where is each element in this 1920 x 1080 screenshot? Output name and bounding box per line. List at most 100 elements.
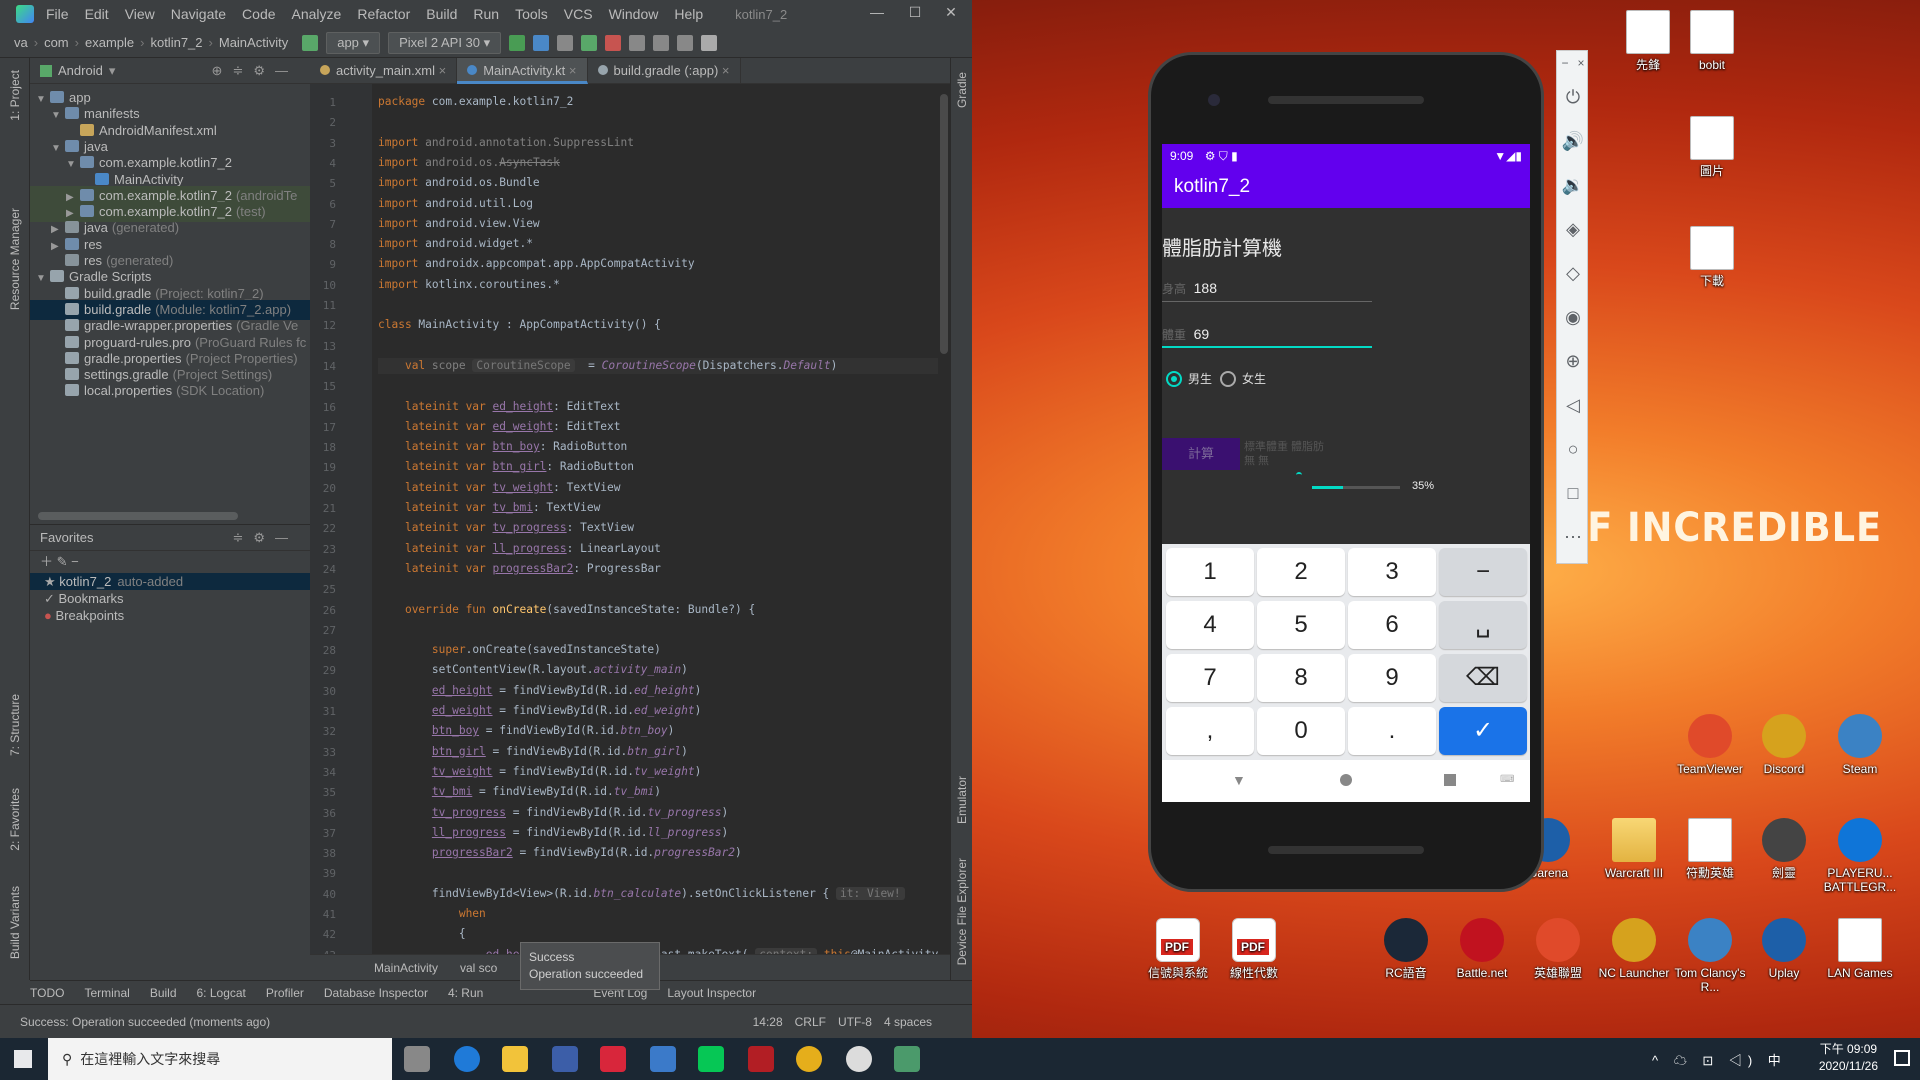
volume-up-icon[interactable]: 🔊: [1561, 129, 1585, 153]
weight-input[interactable]: 體重 69: [1162, 326, 1372, 348]
desktop-icon[interactable]: 線性代數: [1214, 918, 1294, 980]
desktop-icon[interactable]: Battle.net: [1442, 918, 1522, 980]
editor-tab[interactable]: MainActivity.kt ×: [457, 58, 588, 84]
code-line[interactable]: lateinit var btn_girl: RadioButton: [378, 459, 634, 475]
breadcrumb-item[interactable]: kotlin7_2: [150, 35, 202, 50]
file-explorer-icon[interactable]: [502, 1046, 528, 1072]
zoom-icon[interactable]: ⊕: [1561, 349, 1585, 373]
keypad-key[interactable]: 9: [1348, 654, 1436, 702]
line-separator[interactable]: CRLF: [795, 1015, 826, 1029]
calculate-button[interactable]: 計算: [1162, 438, 1240, 470]
code-line[interactable]: import android.util.Log: [378, 196, 533, 212]
keypad-key[interactable]: .: [1348, 707, 1436, 755]
keypad-key[interactable]: 8: [1257, 654, 1345, 702]
close-button[interactable]: ✕: [936, 4, 966, 24]
tool-window-layoutinspector[interactable]: Layout Inspector: [667, 986, 756, 1000]
height-input[interactable]: 身高 188: [1162, 280, 1372, 302]
windows-start-icon[interactable]: [14, 1050, 32, 1068]
power-icon[interactable]: ⏻: [1561, 85, 1585, 109]
keypad-key[interactable]: 4: [1166, 601, 1254, 649]
code-line[interactable]: tv_progress = findViewById(R.id.tv_progr…: [378, 805, 728, 821]
desktop-icon[interactable]: Steam: [1820, 714, 1900, 776]
debug-icon[interactable]: [557, 34, 574, 51]
tab-resource-manager[interactable]: Resource Manager: [8, 208, 22, 310]
desktop-icon[interactable]: Warcraft III: [1594, 818, 1674, 880]
tab-gradle[interactable]: Gradle: [955, 72, 969, 108]
code-line[interactable]: val scope CoroutineScope = CoroutineScop…: [378, 357, 938, 374]
success-toast[interactable]: Success Operation succeeded: [520, 942, 660, 990]
code-line[interactable]: import android.annotation.SuppressLint: [378, 135, 634, 151]
code-line[interactable]: lateinit var ll_progress: LinearLayout: [378, 541, 661, 557]
desktop-icon[interactable]: 劍靈: [1744, 818, 1824, 880]
keypad-key[interactable]: ␣: [1439, 601, 1527, 649]
desktop-icon[interactable]: 下載: [1672, 226, 1752, 288]
overview-icon[interactable]: □: [1561, 481, 1585, 505]
menu-run[interactable]: Run: [473, 6, 499, 22]
menu-build[interactable]: Build: [426, 6, 457, 22]
keypad-key[interactable]: ✓: [1439, 707, 1527, 755]
system-tray-icons[interactable]: ^ ☁ ⊡ ◁) 中: [1652, 1050, 1787, 1069]
code-line[interactable]: super.onCreate(savedInstanceState): [378, 642, 661, 658]
crumb-member[interactable]: val sco: [460, 961, 497, 975]
code-line[interactable]: override fun onCreate(savedInstanceState…: [378, 602, 755, 618]
code-line[interactable]: import android.widget.*: [378, 236, 533, 252]
search-icon[interactable]: [701, 34, 718, 51]
code-line[interactable]: btn_girl = findViewById(R.id.btn_girl): [378, 744, 688, 760]
recents-nav-icon[interactable]: [1444, 774, 1456, 786]
code-line[interactable]: import android.view.View: [378, 216, 540, 232]
code-line[interactable]: progressBar2 = findViewById(R.id.progres…: [378, 845, 742, 861]
desktop-icon[interactable]: bobit: [1672, 10, 1752, 72]
chrome-icon[interactable]: [796, 1046, 822, 1072]
project-view-selector[interactable]: Android: [58, 63, 103, 78]
tool-window-logcat[interactable]: 6: Logcat: [197, 986, 246, 1000]
home-nav-icon[interactable]: [1340, 774, 1352, 786]
tool-window-todo[interactable]: TODO: [30, 986, 64, 1000]
code-line[interactable]: import kotlinx.coroutines.*: [378, 277, 560, 293]
code-line[interactable]: lateinit var ed_weight: EditText: [378, 419, 621, 435]
breadcrumb-item[interactable]: va: [14, 35, 28, 50]
code-line[interactable]: package com.example.kotlin7_2: [378, 94, 573, 110]
desktop-icon[interactable]: RC語音: [1366, 918, 1446, 980]
menu-refactor[interactable]: Refactor: [357, 6, 410, 22]
close-tab-icon[interactable]: ×: [718, 63, 730, 78]
code-line[interactable]: tv_weight = findViewById(R.id.tv_weight): [378, 764, 701, 780]
panel-actions-icon[interactable]: ⊕≑⚙—: [212, 63, 298, 79]
store-icon[interactable]: [552, 1046, 578, 1072]
code-line[interactable]: btn_boy = findViewById(R.id.btn_boy): [378, 723, 675, 739]
minimize-button[interactable]: —: [862, 4, 892, 24]
code-area[interactable]: package com.example.kotlin7_2import andr…: [378, 84, 938, 954]
editor-tab[interactable]: activity_main.xml ×: [310, 58, 458, 84]
sdk-manager-icon[interactable]: [677, 34, 694, 51]
close-emulator-icon[interactable]: ×: [1575, 51, 1587, 75]
code-line[interactable]: ll_progress = findViewById(R.id.ll_progr…: [378, 825, 728, 841]
tool-window-profiler[interactable]: Profiler: [266, 986, 304, 1000]
keypad-key[interactable]: 3: [1348, 548, 1436, 596]
add-favorite-icon[interactable]: ＋ ✎ −: [30, 551, 310, 573]
code-line[interactable]: import android.os.AsyncTask: [378, 155, 560, 171]
desktop-icon[interactable]: Discord: [1744, 714, 1824, 776]
keypad-key[interactable]: 2: [1257, 548, 1345, 596]
device-dropdown[interactable]: Pixel 2 API 30 ▾: [388, 31, 502, 54]
tab-emulator[interactable]: Emulator: [955, 776, 969, 824]
radio-girl[interactable]: [1220, 370, 1237, 387]
apply-changes-icon[interactable]: [533, 34, 550, 51]
tool-window-terminal[interactable]: Terminal: [84, 986, 129, 1000]
desktop-icon[interactable]: Uplay: [1744, 918, 1824, 980]
crumb-class[interactable]: MainActivity: [374, 961, 438, 975]
desktop-icon[interactable]: TeamViewer: [1670, 714, 1750, 776]
code-line[interactable]: when: [378, 906, 486, 922]
profile-icon[interactable]: [581, 34, 598, 51]
desktop-icon[interactable]: 符勳英雄: [1670, 818, 1750, 880]
run-config-dropdown[interactable]: app ▾: [326, 31, 381, 54]
code-line[interactable]: import androidx.appcompat.app.AppCompatA…: [378, 256, 695, 272]
menu-code[interactable]: Code: [242, 6, 275, 22]
menu-analyze[interactable]: Analyze: [292, 6, 342, 22]
indent-setting[interactable]: 4 spaces: [884, 1015, 932, 1029]
file-encoding[interactable]: UTF-8: [838, 1015, 872, 1029]
edge-icon[interactable]: [454, 1046, 480, 1072]
code-line[interactable]: {: [378, 926, 466, 942]
stop-icon[interactable]: [605, 34, 622, 51]
task-view-icon[interactable]: [404, 1046, 430, 1072]
favorites-actions-icon[interactable]: ≑⚙—: [232, 530, 298, 546]
favorite-item[interactable]: ✓ Bookmarks: [30, 590, 310, 607]
